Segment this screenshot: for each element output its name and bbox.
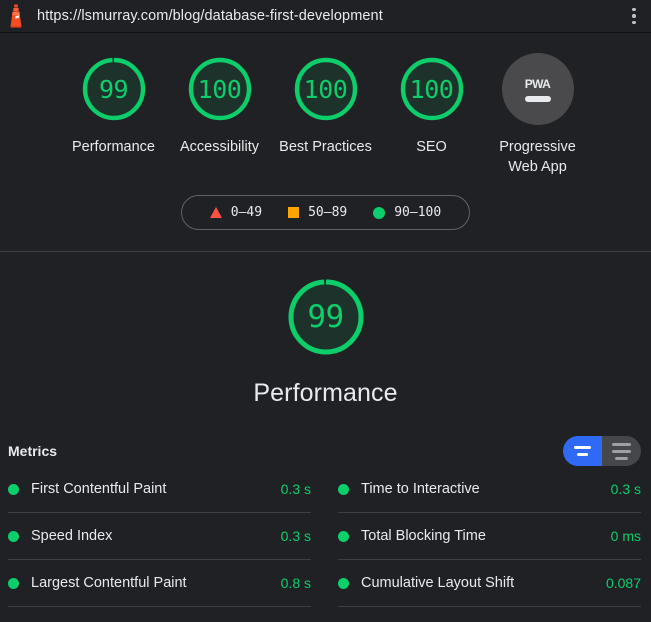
status-badge (8, 577, 19, 589)
status-badge (338, 483, 349, 495)
score-value: 100 (197, 74, 242, 104)
metric-value: 0 ms (610, 528, 641, 544)
pwa-badge-icon: PWA (501, 53, 574, 125)
metric-value: 0.8 s (280, 575, 311, 591)
gauge-performance: 99 (78, 53, 150, 125)
metric-name: Total Blocking Time (361, 528, 486, 544)
score-progressive-web-app[interactable]: PWA Progressive Web App (485, 53, 591, 177)
score-legend-wrap: 0—49 50—89 90—100 (0, 195, 651, 230)
score-performance[interactable]: 99 Performance (61, 53, 167, 157)
gauge-performance-large: 99 (283, 274, 369, 360)
metric-row[interactable]: Cumulative Layout Shift 0.087 (338, 560, 641, 607)
pwa-label: PWA (524, 76, 551, 91)
score-seo[interactable]: 100 SEO (379, 53, 485, 157)
metric-row[interactable]: Largest Contentful Paint 0.8 s (8, 560, 311, 607)
kebab-dot (632, 20, 636, 25)
view-detailed-toggle[interactable] (602, 436, 641, 466)
metric-name: Largest Contentful Paint (31, 575, 187, 591)
score-label: Accessibility (180, 139, 259, 155)
metric-row[interactable]: Total Blocking Time 0 ms (338, 513, 641, 560)
category-scores: 99 Performance 100 Accessibility 100 Bes… (0, 33, 651, 177)
metrics-title: Metrics (8, 443, 58, 459)
metric-value: 0.3 s (610, 481, 641, 497)
status-badge (338, 577, 349, 589)
metric-value: 0.3 s (280, 528, 311, 544)
legend-range: 90—100 (394, 205, 442, 220)
toggle-bar (612, 442, 631, 446)
gauge-best-practices: 100 (290, 53, 362, 125)
score-best-practices[interactable]: 100 Best Practices (273, 53, 379, 157)
metric-value: 0.3 s (280, 481, 311, 497)
metric-row[interactable]: Speed Index 0.3 s (8, 513, 311, 560)
score-accessibility[interactable]: 100 Accessibility (167, 53, 273, 157)
toggle-bar (615, 456, 628, 460)
view-simple-toggle[interactable] (563, 436, 602, 466)
legend-range: 50—89 (308, 205, 348, 220)
legend-item-average: 50—89 (288, 205, 347, 220)
score-label: Best Practices (279, 139, 372, 155)
metric-name: Time to Interactive (361, 481, 480, 497)
legend-item-pass: 90—100 (373, 205, 441, 220)
toggle-bar (612, 449, 631, 453)
kebab-dot (632, 14, 636, 18)
metric-row[interactable]: Time to Interactive 0.3 s (338, 466, 641, 513)
score-label: Performance (71, 139, 155, 155)
kebab-dot (632, 7, 636, 12)
legend-range: 0—49 (230, 205, 263, 220)
metrics-columns: First Contentful Paint 0.3 s Speed Index… (0, 466, 651, 607)
status-badge (338, 530, 349, 542)
metric-name: Speed Index (31, 528, 113, 544)
metrics-view-toggle[interactable] (563, 436, 641, 466)
circle-icon (373, 206, 386, 219)
metrics-column-right: Time to Interactive 0.3 s Total Blocking… (338, 466, 641, 607)
toggle-bar (577, 453, 588, 456)
score-legend: 0—49 50—89 90—100 (180, 195, 471, 230)
gauge-seo: 100 (396, 53, 468, 125)
hero-score-value: 99 (307, 299, 344, 335)
status-badge (8, 483, 19, 495)
square-icon (288, 207, 300, 218)
status-badge (8, 530, 19, 542)
triangle-icon (209, 207, 222, 218)
browser-url-bar: https://lsmurray.com/blog/database-first… (0, 0, 651, 33)
legend-item-fail: 0—49 (209, 205, 263, 220)
page-title: Performance (253, 379, 398, 407)
score-value: 100 (409, 74, 454, 104)
metrics-header: Metrics (0, 408, 651, 466)
score-label: SEO (416, 139, 447, 155)
pwa-dash-icon (524, 95, 551, 102)
score-label: Progressive Web App (499, 139, 576, 175)
toggle-bar (574, 446, 591, 449)
url-text[interactable]: https://lsmurray.com/blog/database-first… (37, 8, 625, 24)
performance-hero: 99 Performance (0, 252, 651, 408)
lighthouse-icon (10, 4, 22, 28)
score-value: 100 (303, 74, 348, 104)
metric-name: Cumulative Layout Shift (361, 575, 515, 591)
metric-value: 0.087 (605, 575, 641, 591)
score-value: 99 (98, 74, 129, 104)
metric-row[interactable]: First Contentful Paint 0.3 s (8, 466, 311, 513)
metrics-column-left: First Contentful Paint 0.3 s Speed Index… (8, 466, 311, 607)
metric-name: First Contentful Paint (31, 481, 167, 497)
more-options-icon[interactable] (625, 4, 643, 28)
gauge-accessibility: 100 (184, 53, 256, 125)
